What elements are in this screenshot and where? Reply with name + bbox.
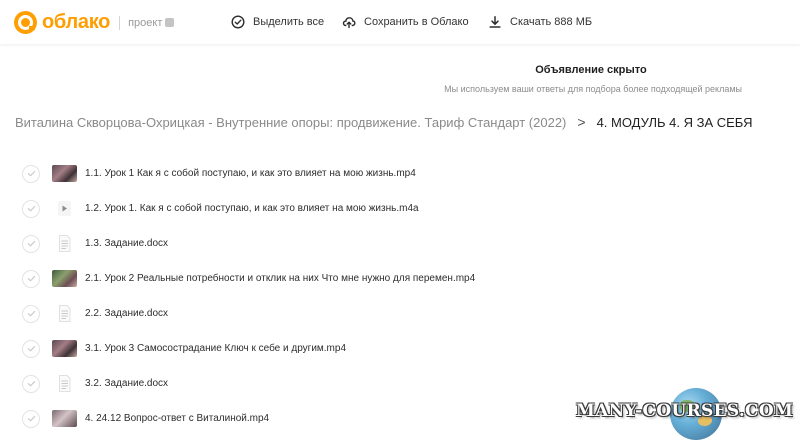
document-icon [52, 235, 77, 252]
at-sign-logo-icon [14, 11, 37, 34]
check-circle-icon [231, 15, 245, 29]
select-all-label: Выделить все [253, 16, 325, 28]
file-name[interactable]: 1.1. Урок 1 Как я с собой поступаю, и ка… [85, 168, 416, 179]
breadcrumb-parent-folder[interactable]: Виталина Скворцова-Охрицкая - Внутренние… [15, 115, 566, 130]
file-name[interactable]: 3.2. Задание.docx [85, 378, 168, 389]
video-thumbnail [52, 165, 77, 182]
file-row[interactable]: 1.2. Урок 1. Как я с собой поступаю, и к… [22, 191, 722, 226]
file-name[interactable]: 2.2. Задание.docx [85, 308, 168, 319]
check-icon [27, 240, 35, 247]
file-name[interactable]: 2.1. Урок 2 Реальные потребности и откли… [85, 273, 475, 284]
ad-hidden-title: Объявление скрыто [535, 64, 647, 76]
check-icon [27, 310, 35, 317]
download-label: Скачать 888 МБ [510, 16, 593, 28]
top-toolbar: облако проект Выделить все Сохранить в О… [0, 0, 800, 44]
download-button[interactable]: Скачать 888 МБ [488, 0, 592, 44]
select-all-button[interactable]: Выделить все [231, 0, 324, 44]
file-row[interactable]: 1.3. Задание.docx [22, 226, 722, 261]
cloud-logo[interactable]: облако проект [14, 11, 175, 34]
video-thumbnail [52, 340, 77, 357]
logo-text: облако [42, 11, 111, 33]
file-row[interactable]: 3.1. Урок 3 Самосострадание Ключ к себе … [22, 331, 722, 366]
check-icon [27, 380, 35, 387]
watermark: MANY-COURSES.COM [572, 388, 800, 445]
breadcrumb-current-folder: 4. МОДУЛЬ 4. Я ЗА СЕБЯ [596, 114, 753, 130]
audio-file-icon [52, 200, 77, 217]
video-thumbnail [52, 410, 77, 427]
select-checkbox[interactable] [22, 199, 40, 218]
save-to-cloud-button[interactable]: Сохранить в Облако [342, 0, 469, 44]
file-name[interactable]: 1.2. Урок 1. Как я с собой поступаю, и к… [85, 203, 419, 214]
file-row[interactable]: 2.1. Урок 2 Реальные потребности и откли… [22, 261, 722, 296]
document-icon [52, 375, 77, 392]
watermark-text: MANY-COURSES.COM [576, 401, 794, 421]
breadcrumb-separator: > [577, 114, 586, 130]
vk-badge-icon [165, 18, 175, 27]
cloud-upload-icon [342, 17, 356, 29]
select-checkbox[interactable] [22, 304, 40, 323]
select-checkbox[interactable] [22, 339, 40, 358]
check-icon [27, 415, 35, 422]
select-checkbox[interactable] [22, 269, 40, 288]
video-thumbnail [52, 270, 77, 287]
document-icon [52, 305, 77, 322]
check-icon [27, 275, 35, 282]
file-row[interactable]: 2.2. Задание.docx [22, 296, 722, 331]
project-label: проект [128, 16, 163, 29]
logo-divider [119, 15, 121, 30]
file-name[interactable]: 4. 24.12 Вопрос-ответ с Виталиной.mp4 [85, 413, 269, 424]
select-checkbox[interactable] [22, 409, 40, 428]
file-name[interactable]: 1.3. Задание.docx [85, 238, 168, 249]
check-icon [27, 345, 35, 352]
check-icon [27, 170, 35, 177]
breadcrumb: Виталина Скворцова-Охрицкая - Внутренние… [15, 114, 753, 130]
check-icon [27, 205, 35, 212]
select-checkbox[interactable] [22, 234, 40, 253]
save-to-cloud-label: Сохранить в Облако [364, 16, 469, 28]
file-row[interactable]: 1.1. Урок 1 Как я с собой поступаю, и ка… [22, 156, 722, 191]
file-name[interactable]: 3.1. Урок 3 Самосострадание Ключ к себе … [85, 343, 346, 354]
select-checkbox[interactable] [22, 374, 40, 393]
download-icon [489, 16, 501, 28]
select-checkbox[interactable] [22, 164, 40, 183]
ad-hidden-subtitle: Мы используем ваши ответы для подбора бо… [444, 84, 742, 94]
